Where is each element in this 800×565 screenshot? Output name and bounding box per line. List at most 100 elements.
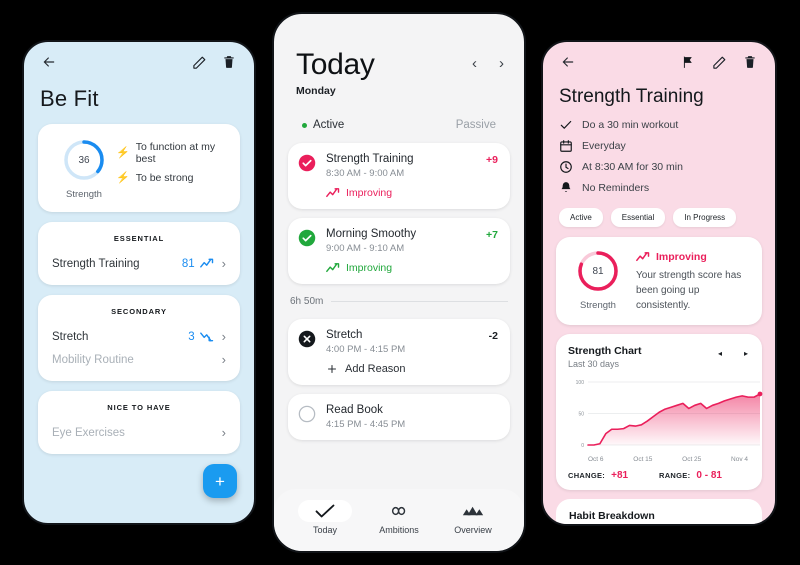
x-tick-label: Oct 6 [588,456,604,463]
trend-heading: Improving [636,251,750,263]
stat-change: CHANGE: +81 [568,470,659,481]
score-ring: 81 [576,249,620,293]
list-item[interactable]: Stretch 4:00 PM - 4:15 PM Add Reason -2 [288,319,510,385]
check-circle-filled-icon [298,229,316,247]
chevron-right-icon: › [221,425,226,440]
list-item[interactable]: Read Book 4:15 PM - 4:45 PM [288,394,510,440]
nav-pill [446,500,500,522]
svg-text:0: 0 [581,443,584,449]
nav-item-overview[interactable]: Overview [436,500,510,535]
trend-label: Improving [656,251,707,263]
tab-passive-label: Passive [455,119,496,131]
prev-day-button[interactable]: ‹ [472,56,477,71]
habit-score: 3 [188,330,195,343]
list-item[interactable]: Morning Smoothy 9:00 AM - 9:10 AM Improv… [288,218,510,284]
chart-prev-button[interactable]: ◂ [718,349,722,358]
status-badge[interactable]: Active [559,208,603,227]
left-appbar [24,42,254,82]
score-value: 36 [78,154,90,166]
next-day-button[interactable]: › [499,56,504,71]
svg-text:100: 100 [576,380,585,386]
status-icon-wrap[interactable] [298,228,326,274]
reason-item: ⚡ To function at my best [116,141,226,165]
gap-divider: 6h 50m [274,293,524,319]
status-icon-wrap[interactable] [298,329,326,375]
habit-name: Eye Exercises [52,426,125,439]
trend-up-icon [199,258,215,269]
chart-nav: ◂ ▸ [718,349,748,358]
add-reason-button[interactable]: Add Reason [326,363,489,375]
strength-score-card[interactable]: 36 Strength ⚡ To function at my best ⚡ T… [38,124,240,212]
plus-icon [327,364,337,374]
score-label: Strength [580,300,616,311]
nav-item-today[interactable]: Today [288,499,362,535]
reason-label: To be strong [135,172,194,184]
nav-item-ambitions[interactable]: Ambitions [362,500,436,535]
stat-range: RANGE: 0 - 81 [659,470,750,481]
habit-breakdown-card[interactable]: Habit Breakdown [556,499,762,524]
stat-key: CHANGE: [568,471,606,480]
add-button[interactable]: + [203,464,237,498]
check-icon [315,504,335,517]
check-circle-filled-icon [298,154,316,172]
score-ring-wrap: 36 Strength [52,138,116,200]
reasons-list: ⚡ To function at my best ⚡ To be strong [116,138,226,191]
score-ring-wrap: 81 Strength [566,249,630,313]
tab-active[interactable]: Active [302,119,399,131]
pencil-icon[interactable] [188,51,210,73]
svg-text:50: 50 [578,412,584,418]
tab-passive[interactable]: Passive [399,119,496,131]
list-item[interactable]: Stretch 3 › [52,325,226,348]
chart-x-axis: Oct 6 Oct 15 Oct 25 Nov 4 [568,455,750,463]
trash-icon[interactable] [739,51,761,73]
status-icon-wrap[interactable] [298,153,326,199]
task-body: Stretch 4:00 PM - 4:15 PM Add Reason [326,329,489,375]
list-item[interactable]: Strength Training 8:30 AM - 9:00 AM Impr… [288,143,510,209]
score-label: Strength [66,189,102,200]
right-appbar [543,42,775,82]
pencil-icon[interactable] [708,51,730,73]
trash-icon[interactable] [218,51,240,73]
nav-label: Today [312,524,338,535]
trend-text: Improving Your strength score has been g… [630,249,750,313]
status-icon-wrap[interactable] [298,404,326,430]
back-icon[interactable] [38,51,60,73]
habit-score: 81 [181,257,195,270]
chevron-right-icon: › [221,256,226,271]
chart-next-button[interactable]: ▸ [744,349,748,358]
score-ring: 36 [62,138,106,182]
x-circle-filled-icon [298,330,316,348]
mid-header: Today Monday ‹ › [274,14,524,97]
list-item[interactable]: Eye Exercises › [52,421,226,444]
reason-label: To function at my best [135,141,216,165]
task-trend: Improving [326,187,486,199]
date-nav: ‹ › [472,56,504,71]
task-name: Read Book [326,404,383,416]
flag-icon[interactable] [677,51,699,73]
nav-label: Overview [454,524,492,535]
task-name: Morning Smoothy [326,228,417,240]
chart-stats: CHANGE: +81 RANGE: 0 - 81 [568,463,750,481]
status-badge[interactable]: In Progress [673,208,737,227]
task-trend-label: Improving [346,262,393,274]
task-trend: Improving [326,262,486,274]
divider [331,301,508,302]
stat-value: +81 [611,470,629,481]
gap-label: 6h 50m [290,296,324,307]
habit-name: Stretch [52,330,89,343]
section-essential: ESSENTIAL Strength Training 81 › [38,222,240,285]
list-item[interactable]: Strength Training 81 › [52,252,226,275]
left-body: 36 Strength ⚡ To function at my best ⚡ T… [24,124,254,454]
strength-trend-card: 81 Strength Improving Your strength scor… [556,237,762,325]
list-item[interactable]: Mobility Routine › [52,348,226,371]
section-heading: NICE TO HAVE [107,403,171,412]
x-tick-label: Oct 15 [633,456,653,463]
task-delta: +9 [486,154,498,166]
chart-svg: 0 50 100 [576,380,763,449]
task-list-morning: Strength Training 8:30 AM - 9:00 AM Impr… [274,143,524,284]
page-title: Strength Training [559,86,704,107]
task-delta: +7 [486,229,498,241]
task-name: Stretch [326,329,363,341]
back-icon[interactable] [557,51,579,73]
status-badge[interactable]: Essential [610,208,666,227]
